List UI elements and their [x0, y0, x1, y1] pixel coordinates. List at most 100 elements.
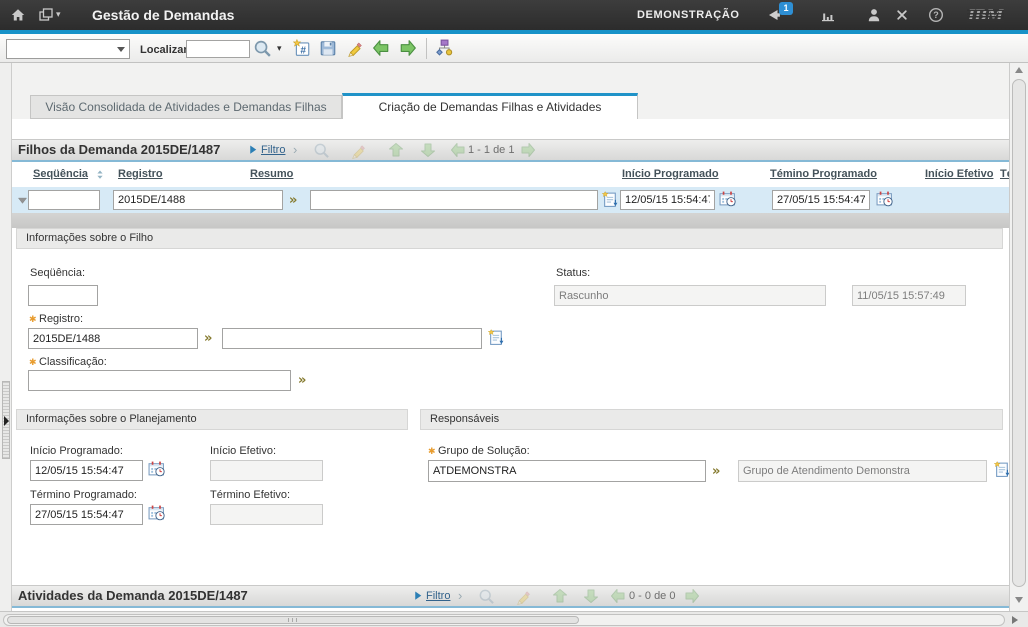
filhos-filter-link[interactable]: Filtro	[261, 140, 285, 160]
action-select[interactable]	[6, 39, 130, 59]
search-rows-icon	[478, 588, 495, 605]
column-inicio-efetivo[interactable]: Início Efetivo	[925, 168, 993, 180]
registro-label: Registro:	[39, 313, 83, 325]
atividades-title: Atividades da Demanda 2015DE/1487	[18, 586, 248, 606]
previous-record-icon[interactable]	[372, 39, 390, 57]
filter-expand-icon[interactable]	[413, 590, 425, 602]
splitter-expand-icon	[4, 416, 9, 426]
column-registro[interactable]: Registro	[118, 168, 163, 180]
registro-descricao-input[interactable]	[222, 328, 482, 349]
section-filho-header: Informações sobre o Filho	[16, 228, 1003, 249]
detail-menu-icon[interactable]: »	[204, 332, 212, 345]
calendar-icon[interactable]	[148, 460, 165, 477]
filter-expand-icon[interactable]	[248, 144, 260, 156]
column-resumo[interactable]: Resumo	[250, 168, 293, 180]
scroll-up-icon[interactable]	[1015, 67, 1023, 73]
termino-programado-input[interactable]	[30, 504, 143, 525]
profile-icon[interactable]	[866, 7, 882, 23]
find-input[interactable]	[186, 40, 250, 58]
required-icon: ✱	[29, 357, 37, 368]
sequencia-input[interactable]	[28, 285, 98, 306]
row-detail-divider	[12, 213, 1009, 228]
help-icon[interactable]	[928, 7, 944, 23]
inicio-programado-input[interactable]	[30, 460, 143, 481]
status-date-field	[852, 285, 966, 306]
horizontal-scrollbar[interactable]	[0, 611, 1028, 627]
titlebar: ▾ Gestão de Demandas DEMONSTRAÇÃO 1 IBM	[0, 0, 1028, 30]
filter-collapsed-chevron-icon: ›	[458, 586, 462, 606]
long-description-icon[interactable]	[488, 329, 505, 346]
row-termino-programado-input[interactable]	[772, 190, 870, 210]
termino-efetivo-label: Término Efetivo:	[210, 489, 290, 501]
calendar-icon[interactable]	[876, 190, 893, 207]
left-splitter-strip	[0, 63, 12, 611]
registro-input[interactable]	[28, 328, 198, 349]
status-field	[554, 285, 826, 306]
grupo-solucao-label: Grupo de Solução:	[438, 445, 530, 457]
atividades-filter-link[interactable]: Filtro	[426, 586, 450, 606]
app-title: Gestão de Demandas	[92, 7, 234, 23]
atividades-pagination: 0 - 0 de 0	[629, 586, 675, 606]
go-to-applications-button[interactable]: ▾	[38, 7, 66, 23]
search-rows-icon	[313, 142, 330, 159]
row-registro-input[interactable]	[113, 190, 283, 210]
column-termino-programado[interactable]: Témino Programado	[770, 168, 877, 180]
chevron-down-icon	[117, 47, 125, 52]
scroll-down-icon[interactable]	[1015, 597, 1023, 603]
search-options-caret-icon[interactable]: ▾	[277, 43, 282, 54]
calendar-icon[interactable]	[719, 190, 736, 207]
detail-menu-icon[interactable]: »	[712, 465, 720, 478]
detail-menu-icon[interactable]: »	[298, 374, 306, 387]
calendar-icon[interactable]	[148, 504, 165, 521]
sign-out-icon[interactable]	[894, 7, 910, 23]
termino-programado-label: Término Programado:	[30, 489, 137, 501]
search-icon[interactable]	[253, 39, 272, 58]
scrollbar-grip	[288, 618, 298, 622]
next-page-icon	[520, 142, 536, 158]
filhos-title: Filhos da Demanda 2015DE/1487	[18, 140, 220, 160]
required-icon: ✱	[428, 446, 436, 457]
long-description-icon[interactable]	[602, 191, 619, 208]
section-responsaveis-header: Responsáveis	[420, 409, 1003, 430]
filter-collapsed-chevron-icon: ›	[293, 140, 297, 160]
next-record-icon[interactable]	[399, 39, 417, 57]
sort-icon[interactable]	[94, 169, 106, 181]
previous-page-icon	[610, 588, 626, 604]
row-resumo-input[interactable]	[310, 190, 598, 210]
scroll-right-icon[interactable]	[1012, 616, 1018, 624]
home-icon[interactable]	[10, 7, 26, 23]
new-record-icon[interactable]	[293, 39, 311, 57]
tab-visao-consolidada[interactable]: Visão Consolidada de Atividades e Demand…	[30, 95, 342, 119]
move-up-icon	[552, 588, 568, 604]
notification-badge: 1	[779, 2, 793, 15]
column-sequencia[interactable]: Seqüência	[33, 168, 88, 180]
grupo-solucao-descricao-field	[738, 460, 987, 482]
column-inicio-programado[interactable]: Início Programado	[622, 168, 719, 180]
toolbar: Localizar: ▾	[0, 34, 1028, 63]
horizontal-scrollbar-track[interactable]	[3, 614, 1005, 626]
filhos-column-headers: Seqüência Registro Resumo Início Program…	[12, 162, 1009, 187]
environment-label: DEMONSTRAÇÃO	[637, 9, 740, 21]
horizontal-scrollbar-thumb[interactable]	[7, 616, 579, 624]
previous-page-icon	[450, 142, 466, 158]
find-label: Localizar:	[140, 44, 191, 56]
reports-icon[interactable]	[820, 7, 836, 23]
move-down-icon	[420, 142, 436, 158]
grupo-solucao-input[interactable]	[428, 460, 706, 482]
splitter-handle[interactable]	[2, 381, 10, 459]
filhos-table-header: Filhos da Demanda 2015DE/1487 Filtro › 1…	[12, 139, 1009, 162]
save-icon[interactable]	[319, 39, 337, 57]
vertical-scrollbar[interactable]	[1009, 63, 1028, 611]
tab-criacao-demandas[interactable]: Criação de Demandas Filhas e Atividades	[342, 93, 638, 119]
edit-table-icon	[515, 588, 532, 605]
vertical-scrollbar-thumb[interactable]	[1012, 79, 1026, 587]
route-workflow-icon[interactable]	[435, 39, 453, 57]
clear-changes-icon[interactable]	[346, 39, 364, 57]
applications-icon	[38, 7, 54, 23]
detail-menu-icon[interactable]: »	[289, 194, 297, 207]
row-sequencia-input[interactable]	[28, 190, 100, 210]
row-inicio-programado-input[interactable]	[620, 190, 715, 210]
application-window: ▾ Gestão de Demandas DEMONSTRAÇÃO 1 IBM …	[0, 0, 1028, 627]
classificacao-input[interactable]	[28, 370, 291, 391]
toolbar-separator	[426, 38, 427, 59]
